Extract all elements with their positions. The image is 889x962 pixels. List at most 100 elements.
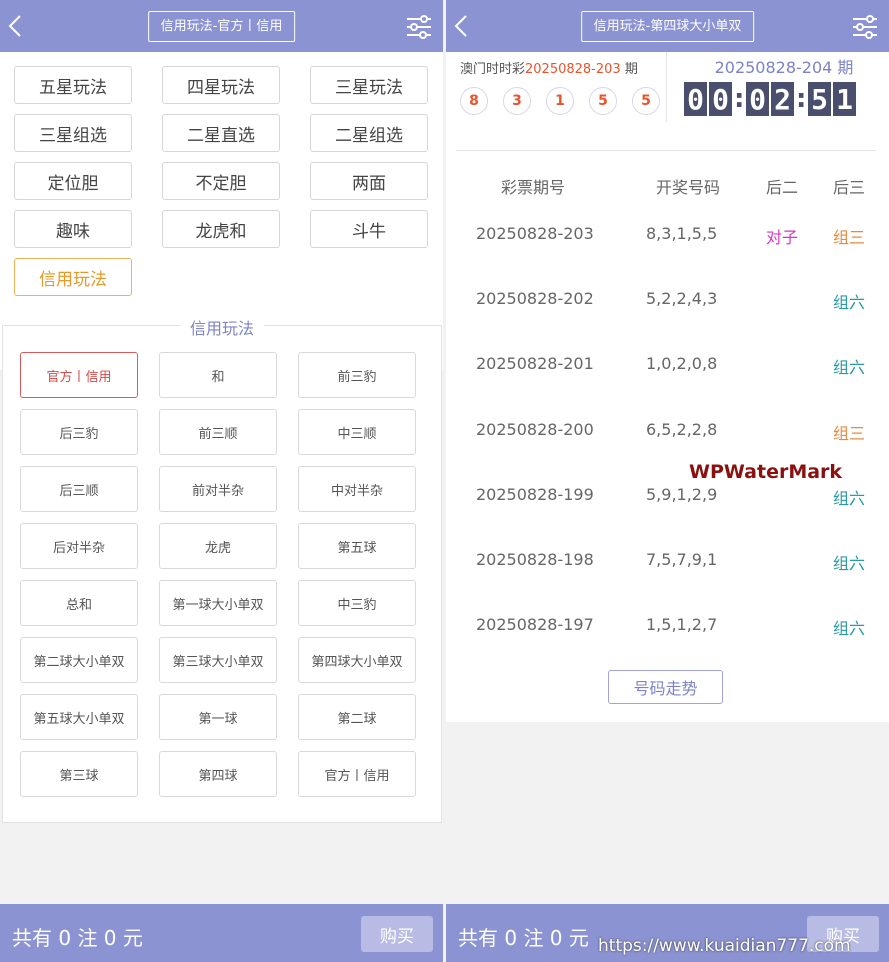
history-row: 20250828-197 1,5,1,2,7 组六: [446, 615, 889, 645]
watermark: WPWaterMark: [689, 461, 843, 483]
play-type-button[interactable]: 二星直选: [162, 114, 280, 152]
history-period: 20250828-199: [476, 485, 594, 504]
settings-sliders-icon[interactable]: [851, 14, 879, 40]
history-row: 20250828-199 5,9,1,2,9 组六: [446, 485, 889, 515]
sub-option-button[interactable]: 中三豹: [298, 580, 416, 626]
sub-option-button[interactable]: 第三球: [20, 751, 138, 797]
trend-button[interactable]: 号码走势: [608, 670, 723, 704]
countdown-colon: :: [796, 84, 807, 114]
sub-option-button[interactable]: 第五球大小单双: [20, 694, 138, 740]
footer: 共有 0 注 0 元 购买 https://www.kuaidian777.co…: [446, 904, 889, 962]
countdown-timer: 00:02:51: [684, 82, 884, 116]
divider: [666, 52, 667, 122]
history-period: 20250828-197: [476, 615, 594, 634]
history-numbers: 5,9,1,2,9: [646, 485, 718, 504]
history-hou2: 对子: [765, 228, 798, 247]
play-type-button[interactable]: 三星组选: [14, 114, 132, 152]
history-hou3: 组六: [832, 489, 865, 508]
bet-summary: 共有 0 注 0 元: [458, 926, 589, 950]
countdown-digit: 2: [771, 82, 794, 116]
header-title-button[interactable]: 信用玩法-官方丨信用: [147, 11, 296, 42]
sub-option-button[interactable]: 中三顺: [298, 409, 416, 455]
history-period: 20250828-202: [476, 289, 594, 308]
sub-option-button[interactable]: 第四球大小单双: [298, 637, 416, 683]
sub-option-button[interactable]: 和: [159, 352, 277, 398]
play-type-button[interactable]: 不定胆: [162, 162, 280, 200]
history-row: 20250828-200 6,5,2,2,8 组三: [446, 420, 889, 450]
back-arrow-icon[interactable]: [450, 10, 476, 42]
header-numbers: 开奖号码: [656, 178, 721, 197]
play-type-button[interactable]: 四星玩法: [162, 66, 280, 104]
right-panel: 信用玩法-第四球大小单双 澳门时时彩20250828-203 期 83155 2…: [446, 0, 889, 962]
last-draw-label: 澳门时时彩20250828-203 期: [460, 58, 670, 77]
countdown-digit: 0: [684, 82, 707, 116]
play-type-button[interactable]: 斗牛: [310, 210, 428, 248]
history-numbers: 1,0,2,0,8: [646, 354, 718, 373]
play-type-button[interactable]: 五星玩法: [14, 66, 132, 104]
sub-option-button[interactable]: 第一球大小单双: [159, 580, 277, 626]
draw-ball: 3: [503, 87, 531, 115]
countdown-digit: 5: [808, 82, 831, 116]
countdown-colon: :: [734, 84, 745, 114]
sub-option-box: 信用玩法 官方丨信用和前三豹 后三豹 前三顺 中三顺 后三顺 前对半杂 中对半杂 后对半杂 龙虎…: [2, 315, 442, 823]
sub-option-button[interactable]: 后三豹: [20, 409, 138, 455]
play-type-button[interactable]: 龙虎和: [162, 210, 280, 248]
settings-sliders-icon[interactable]: [405, 14, 433, 40]
history-period: 20250828-201: [476, 354, 594, 373]
header-hou2: 后二: [765, 178, 798, 197]
sub-option-button[interactable]: 第二球: [298, 694, 416, 740]
sub-option-button[interactable]: 龙虎: [159, 523, 277, 569]
last-draw: 澳门时时彩20250828-203 期 83155: [460, 58, 670, 115]
countdown-digit: 1: [833, 82, 856, 116]
sub-option-button[interactable]: 第四球: [159, 751, 277, 797]
divider: [456, 150, 876, 151]
sub-option-button[interactable]: 中对半杂: [298, 466, 416, 512]
play-type-button[interactable]: 二星组选: [310, 114, 428, 152]
sub-option-button[interactable]: 第五球: [298, 523, 416, 569]
draw-ball: 8: [460, 87, 488, 115]
history-period: 20250828-200: [476, 420, 594, 439]
play-type-button[interactable]: 两面: [310, 162, 428, 200]
sub-option-button[interactable]: 第三球大小单双: [159, 637, 277, 683]
last-period: 20250828-203: [525, 62, 621, 77]
history-period: 20250828-198: [476, 550, 594, 569]
sub-option-button[interactable]: 后对半杂: [20, 523, 138, 569]
header-hou3: 后三: [832, 178, 865, 197]
sub-option-button[interactable]: 第二球大小单双: [20, 637, 138, 683]
header: 信用玩法-第四球大小单双: [446, 0, 889, 52]
history-row: 20250828-198 7,5,7,9,1 组六: [446, 550, 889, 580]
sub-option-button[interactable]: 前对半杂: [159, 466, 277, 512]
sub-title: 信用玩法: [179, 315, 265, 339]
next-draw: 20250828-204 期 00:02:51: [684, 54, 884, 116]
sub-option-button[interactable]: 前三豹: [298, 352, 416, 398]
history-numbers: 5,2,2,4,3: [646, 289, 718, 308]
last-draw-balls: 83155: [460, 87, 670, 115]
sub-option-button[interactable]: 后三顺: [20, 466, 138, 512]
bet-summary: 共有 0 注 0 元: [12, 926, 143, 950]
history-hou3: 组六: [832, 619, 865, 638]
draw-history: 彩票期号 开奖号码 后二 后三 号码走势 20250828-203 8,3,1,5…: [446, 122, 889, 722]
back-arrow-icon[interactable]: [4, 10, 30, 42]
draw-ball: 1: [546, 87, 574, 115]
play-type-button[interactable]: 信用玩法: [14, 258, 132, 296]
sub-option-button[interactable]: 前三顺: [159, 409, 277, 455]
play-type-button[interactable]: 趣味: [14, 210, 132, 248]
sub-option-button[interactable]: 官方丨信用: [298, 751, 416, 797]
buy-button[interactable]: 购买: [361, 916, 433, 952]
sub-option-button[interactable]: 总和: [20, 580, 138, 626]
sub-option-button[interactable]: 官方丨信用: [20, 352, 138, 398]
draw-info-bar: 澳门时时彩20250828-203 期 83155 20250828-204 期…: [446, 52, 889, 122]
sub-option-button[interactable]: 第一球: [159, 694, 277, 740]
countdown-digit: 0: [746, 82, 769, 116]
history-numbers: 8,3,1,5,5: [646, 224, 718, 243]
sub-option-grid: 官方丨信用和前三豹 后三豹 前三顺 中三顺 后三顺 前对半杂 中对半杂 后对半杂 龙虎 第五球 总和…: [20, 352, 416, 797]
history-row: 20250828-201 1,0,2,0,8 组六: [446, 354, 889, 384]
play-type-button[interactable]: 定位胆: [14, 162, 132, 200]
play-type-button[interactable]: 三星玩法: [310, 66, 428, 104]
footer: 共有 0 注 0 元 购买: [0, 904, 443, 962]
site-url: https://www.kuaidian777.com: [598, 936, 851, 956]
history-hou3: 组六: [832, 358, 865, 377]
header-title-button[interactable]: 信用玩法-第四球大小单双: [580, 11, 755, 42]
history-numbers: 1,5,1,2,7: [646, 615, 718, 634]
history-header: 彩票期号 开奖号码 后二 后三: [446, 174, 889, 204]
